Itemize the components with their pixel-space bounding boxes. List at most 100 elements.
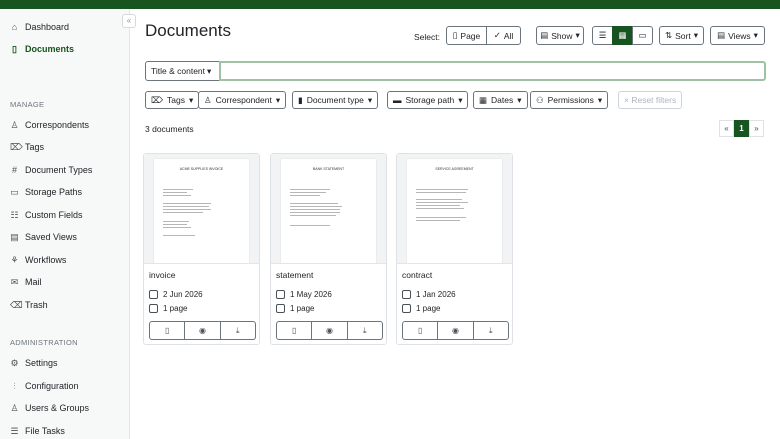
sidebar-item-file-tasks[interactable]: ☰ File Tasks — [10, 422, 65, 439]
sidebar-item-custom-fields[interactable]: ☷ Custom Fields — [10, 206, 83, 224]
sidebar-item-tags[interactable]: ⌦ Tags — [10, 138, 44, 156]
document-card[interactable]: BANK STATEMENT statement 1 May 2026 1 pa… — [270, 153, 387, 345]
select-page-label: Page — [460, 30, 481, 41]
people-icon: ⚇ — [536, 94, 544, 105]
sidebar: ⌂ Dashboard ▯ Documents MANAGE ♙ Corresp… — [0, 9, 130, 439]
sidebar-item-label: Users & Groups — [25, 403, 90, 413]
document-pages-text: 1 page — [290, 304, 315, 313]
sidebar-item-trash[interactable]: ⌫ Trash — [10, 296, 48, 314]
file-icon: ▯ — [12, 43, 17, 54]
folder-icon: ▭ — [10, 186, 19, 197]
reset-filters-label: × Reset filters — [624, 95, 677, 105]
preview-button[interactable]: ◉ — [312, 322, 348, 339]
download-button[interactable]: ⤓ — [474, 322, 508, 339]
document-thumbnail[interactable]: BANK STATEMENT — [271, 154, 386, 264]
download-button[interactable]: ⤓ — [348, 322, 382, 339]
caret-down-icon: ▾ — [207, 65, 212, 76]
caret-down-icon: ▾ — [458, 94, 463, 105]
manage-heading: MANAGE — [10, 100, 45, 109]
document-card[interactable]: ACME SUPPLIES INVOICE invoice 2 Jun 2026… — [143, 153, 260, 345]
large-cards-icon: ▭ — [638, 30, 647, 40]
sidebar-item-label: Workflows — [25, 255, 67, 265]
person-icon: ♙ — [204, 94, 212, 105]
sidebar-item-label: Tags — [25, 142, 45, 152]
thumbnail-page: SERVICE AGREEMENT — [407, 159, 502, 263]
sidebar-item-label: File Tasks — [25, 426, 65, 436]
sidebar-item-workflows[interactable]: ⚘ Workflows — [10, 251, 66, 269]
document-thumbnail[interactable]: SERVICE AGREEMENT — [397, 154, 512, 264]
preview-button[interactable]: ◉ — [185, 322, 221, 339]
download-button[interactable]: ⤓ — [221, 322, 255, 339]
download-icon: ⤓ — [489, 325, 493, 335]
reset-filters-button[interactable]: × Reset filters — [618, 91, 683, 109]
administration-heading: ADMINISTRATION — [10, 338, 78, 347]
sidebar-item-label: Document Types — [25, 165, 93, 175]
sidebar-item-saved-views[interactable]: ▤ Saved Views — [10, 228, 77, 246]
show-dropdown-button[interactable]: ▤ Show ▾ — [536, 26, 584, 45]
list-icon: ☰ — [598, 30, 607, 40]
details-button[interactable]: ▯ — [150, 322, 186, 339]
check-all-icon: ✓ — [493, 30, 501, 40]
sidebar-item-documents[interactable]: ▯ Documents — [10, 40, 74, 58]
search-input[interactable] — [219, 61, 766, 81]
view-large-cards-button[interactable]: ▭ — [632, 26, 653, 45]
document-date-text: 1 Jan 2026 — [416, 290, 456, 299]
filter-correspondent-button[interactable]: ♙ Correspondent ▾ — [198, 91, 287, 109]
sidebar-item-storage-paths[interactable]: ▭ Storage Paths — [10, 183, 82, 201]
document-date-text: 1 May 2026 — [290, 290, 332, 299]
details-button[interactable]: ▯ — [277, 322, 313, 339]
document-title[interactable]: invoice — [149, 270, 175, 280]
document-title[interactable]: statement — [276, 270, 313, 280]
sort-icon: ⇅ — [665, 30, 673, 40]
mail-icon: ✉ — [10, 276, 19, 287]
ui-checks-icon: ☷ — [10, 209, 19, 220]
preview-button[interactable]: ◉ — [438, 322, 474, 339]
filter-permissions-button[interactable]: ⚇ Permissions ▾ — [530, 91, 609, 109]
document-count: 3 documents — [145, 124, 194, 134]
sidebar-item-mail[interactable]: ✉ Mail — [10, 273, 42, 291]
sidebar-item-label: Saved Views — [25, 232, 77, 242]
document-title[interactable]: contract — [402, 270, 432, 280]
sidebar-item-correspondents[interactable]: ♙ Correspondents — [10, 116, 89, 134]
filter-tags-button[interactable]: ⌦ Tags ▾ — [145, 91, 200, 109]
sidebar-item-document-types[interactable]: # Document Types — [10, 161, 92, 179]
pager-prev-button[interactable]: « — [719, 120, 734, 137]
show-label: Show — [551, 30, 573, 41]
saved-view-icon: ▤ — [10, 231, 19, 242]
filter-document-type-button[interactable]: ▮ Document type ▾ — [292, 91, 379, 109]
view-table-button[interactable]: ☰ — [592, 26, 613, 45]
sidebar-item-dashboard[interactable]: ⌂ Dashboard — [10, 18, 69, 36]
sidebar-item-configuration[interactable]: ⫶ Configuration — [10, 377, 78, 395]
caret-down-icon: ▾ — [367, 94, 373, 105]
select-all-button[interactable]: ✓ All — [486, 26, 521, 45]
views-dropdown-button[interactable]: ▤ Views ▾ — [710, 26, 765, 45]
document-date-text: 2 Jun 2026 — [163, 290, 203, 299]
sidebar-item-label: Custom Fields — [25, 210, 83, 220]
house-icon: ⌂ — [11, 22, 18, 32]
tag-icon: ⌦ — [151, 94, 164, 105]
filter-dates-button[interactable]: ▦ Dates ▾ — [473, 91, 528, 109]
sidebar-item-users-groups[interactable]: ♙ Users & Groups — [10, 399, 89, 417]
document-card[interactable]: SERVICE AGREEMENT contract 1 Jan 2026 1 … — [396, 153, 513, 345]
gear-icon: ⚙ — [10, 357, 19, 368]
search-mode-select[interactable]: Title & content ▾ — [145, 61, 220, 81]
sort-dropdown-button[interactable]: ⇅ Sort ▾ — [659, 26, 704, 45]
document-page-count: 1 page — [276, 304, 314, 313]
document-pages-text: 1 page — [416, 304, 441, 313]
caret-down-icon: ▾ — [753, 30, 758, 40]
tag-icon: ⌦ — [10, 141, 23, 152]
document-thumbnail[interactable]: ACME SUPPLIES INVOICE — [144, 154, 259, 264]
pager-next-button[interactable]: » — [749, 120, 764, 137]
thumbnail-heading: SERVICE AGREEMENT — [435, 167, 474, 171]
select-page-button[interactable]: ▯ Page — [446, 26, 487, 45]
people-icon: ♙ — [10, 402, 19, 413]
details-button[interactable]: ▯ — [403, 322, 439, 339]
sidebar-item-settings[interactable]: ⚙ Settings — [10, 354, 57, 372]
view-small-cards-button[interactable]: ▦ — [612, 26, 633, 45]
filter-storage-path-button[interactable]: ▬ Storage path ▾ — [387, 91, 469, 109]
hash-icon: # — [11, 165, 17, 175]
document-date: 2 Jun 2026 — [149, 290, 203, 299]
document-actions: ▯ ◉ ⤓ — [149, 321, 256, 340]
sidebar-item-label: Dashboard — [25, 22, 70, 32]
pager-page-button[interactable]: 1 — [734, 120, 749, 137]
